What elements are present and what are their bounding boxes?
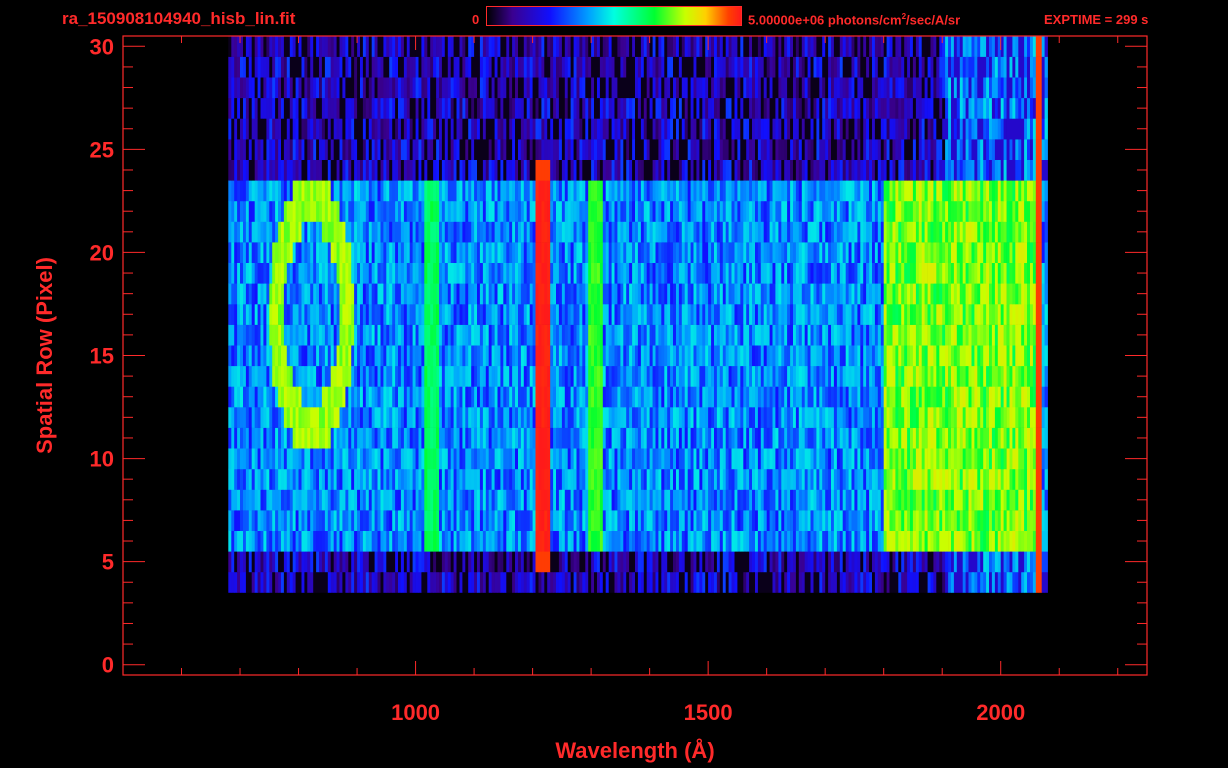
y-tick-label: 10 bbox=[90, 447, 114, 472]
y-tick-label: 5 bbox=[102, 550, 114, 575]
y-tick-label: 20 bbox=[90, 240, 114, 265]
y-tick-label: 30 bbox=[90, 34, 114, 59]
y-tick-label: 25 bbox=[90, 137, 114, 162]
y-tick-label: 15 bbox=[90, 344, 114, 369]
x-tick-label: 1000 bbox=[391, 700, 440, 725]
spectrum-heatmap: 1000 1500 2000051015202530 Wavelength (Å) … bbox=[32, 34, 1148, 763]
y-axis-label: Spatial Row (Pixel) bbox=[32, 257, 57, 454]
x-tick-label: 1500 bbox=[684, 700, 733, 725]
heatmap-cells bbox=[228, 36, 1048, 593]
x-tick-label: 2000 bbox=[976, 700, 1025, 725]
x-axis-label: Wavelength (Å) bbox=[555, 737, 714, 763]
y-tick-label: 0 bbox=[102, 653, 114, 678]
